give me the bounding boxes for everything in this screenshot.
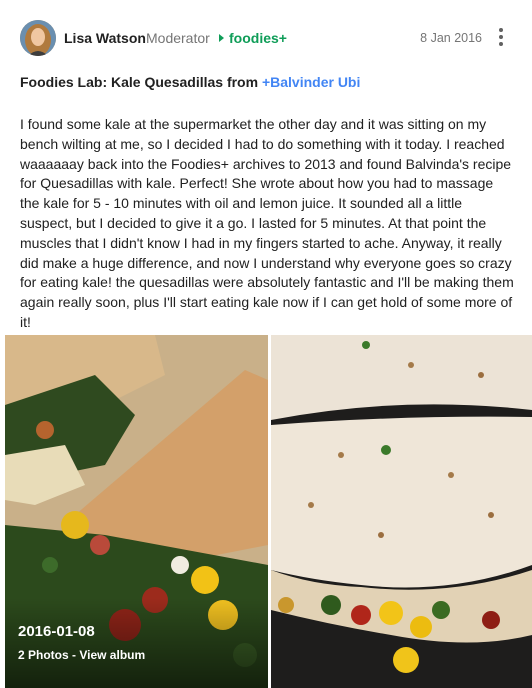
post-body: I found some kale at the supermarket the… bbox=[20, 116, 514, 330]
post-card: Lisa Watson Moderator foodies+ 8 Jan 201… bbox=[0, 0, 532, 688]
community-link[interactable]: foodies+ bbox=[229, 30, 287, 46]
album-caption: 2 Photos - View album bbox=[18, 648, 145, 662]
author-name[interactable]: Lisa Watson bbox=[64, 30, 146, 46]
album-date: 2016-01-08 bbox=[18, 623, 95, 640]
post-date[interactable]: 8 Jan 2016 bbox=[420, 31, 482, 45]
post-header: Lisa Watson Moderator foodies+ 8 Jan 201… bbox=[0, 0, 532, 74]
author-avatar[interactable] bbox=[20, 20, 56, 56]
album-photo-2[interactable] bbox=[271, 335, 532, 688]
more-vert-icon[interactable] bbox=[494, 27, 508, 47]
album-overlay bbox=[5, 598, 268, 688]
album-separator: - bbox=[68, 648, 80, 662]
post-title: Foodies Lab: Kale Quesadillas from +Balv… bbox=[20, 74, 360, 90]
post-title-text: Foodies Lab: Kale Quesadillas from bbox=[20, 74, 262, 90]
album-count: 2 Photos bbox=[18, 648, 69, 662]
view-album-link[interactable]: View album bbox=[79, 648, 145, 662]
photo-album[interactable]: 2016-01-08 2 Photos - View album bbox=[5, 335, 532, 688]
author-role: Moderator bbox=[146, 30, 210, 46]
mention-link[interactable]: +Balvinder Ubi bbox=[262, 74, 360, 90]
caret-right-icon bbox=[219, 34, 224, 42]
album-photo-1[interactable]: 2016-01-08 2 Photos - View album bbox=[5, 335, 268, 688]
